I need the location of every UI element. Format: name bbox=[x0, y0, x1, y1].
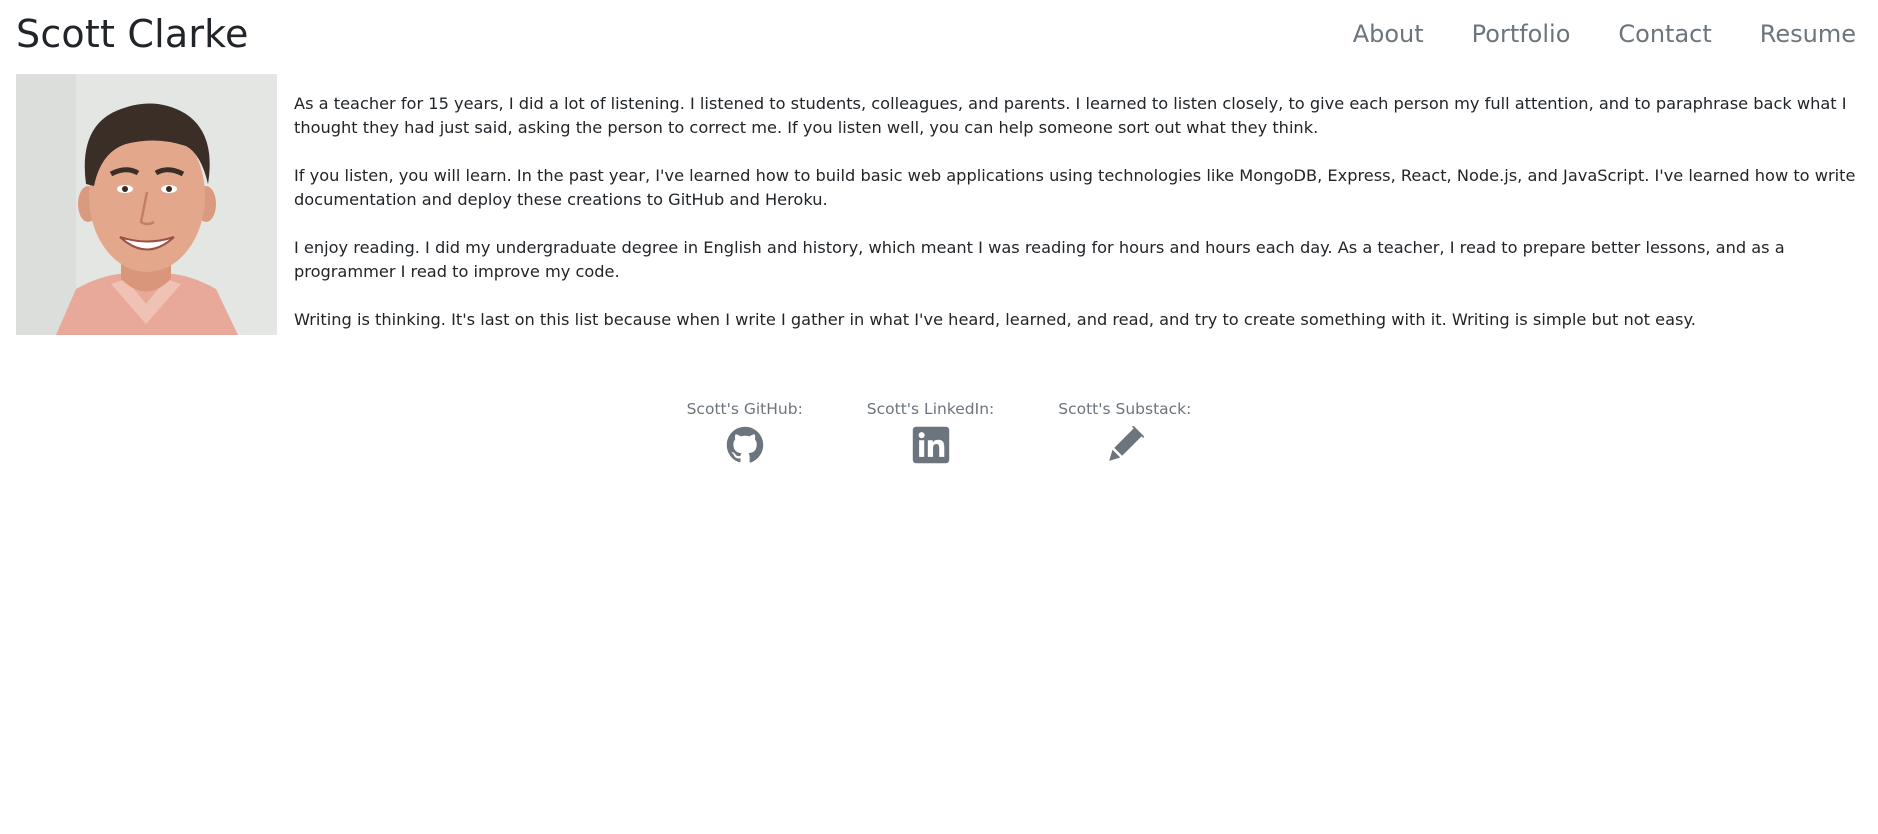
portrait-illustration bbox=[16, 74, 277, 335]
main-nav: About Portfolio Contact Resume bbox=[1305, 20, 1856, 48]
social-links: Scott's GitHub: Scott's LinkedIn: Scott'… bbox=[0, 398, 1878, 464]
about-section: As a teacher for 15 years, I did a lot o… bbox=[16, 74, 1862, 356]
profile-photo bbox=[16, 74, 277, 335]
bio-paragraph: As a teacher for 15 years, I did a lot o… bbox=[294, 94, 1847, 137]
site-header: Scott Clarke About Portfolio Contact Res… bbox=[0, 0, 1878, 72]
substack-link[interactable]: Scott's Substack: bbox=[1058, 398, 1191, 464]
linkedin-icon[interactable] bbox=[912, 426, 950, 464]
pen-icon[interactable] bbox=[1106, 426, 1144, 464]
brand-name[interactable]: Scott Clarke bbox=[16, 12, 249, 56]
nav-contact[interactable]: Contact bbox=[1618, 20, 1711, 48]
github-link[interactable]: Scott's GitHub: bbox=[687, 398, 803, 464]
bio-paragraph: If you listen, you will learn. In the pa… bbox=[294, 166, 1856, 209]
github-icon[interactable] bbox=[726, 426, 764, 464]
substack-label: Scott's Substack: bbox=[1058, 400, 1192, 418]
bio-text: As a teacher for 15 years, I did a lot o… bbox=[294, 74, 1862, 356]
linkedin-label: Scott's LinkedIn: bbox=[866, 400, 995, 418]
github-label: Scott's GitHub: bbox=[686, 400, 803, 418]
bio-paragraph: I enjoy reading. I did my undergraduate … bbox=[294, 238, 1785, 281]
nav-resume[interactable]: Resume bbox=[1760, 20, 1856, 48]
bio-paragraph: Writing is thinking. It's last on this l… bbox=[294, 310, 1696, 329]
nav-portfolio[interactable]: Portfolio bbox=[1472, 20, 1571, 48]
nav-about[interactable]: About bbox=[1353, 20, 1424, 48]
linkedin-link[interactable]: Scott's LinkedIn: bbox=[867, 398, 994, 464]
